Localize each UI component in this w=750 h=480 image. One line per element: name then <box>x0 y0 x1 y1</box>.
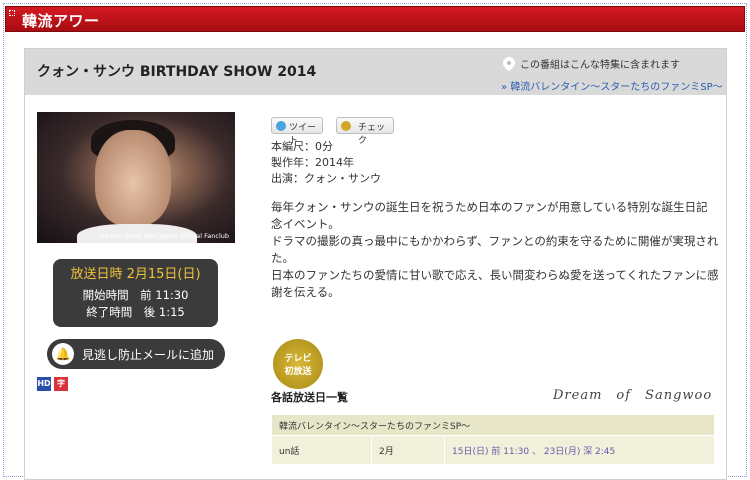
special-feature-note: この番組はこんな特集に含まれます <box>520 60 680 71</box>
mixi-icon <box>341 121 351 131</box>
reminder-label: 見逃し防止メールに追加 <box>82 348 215 362</box>
tweet-button[interactable]: ツイート <box>271 117 323 146</box>
dates-cell: 15日(日) 前 11:30 、 23日(月) 深 2:45 <box>444 435 715 465</box>
bird-icon <box>276 121 286 131</box>
start-time: 開始時間 前 11:30 <box>82 288 189 302</box>
subtitle-badge: 字 <box>54 377 68 391</box>
bell-icon: 🔔 <box>52 343 74 365</box>
tv-badge-line2: 初放送 <box>284 367 312 377</box>
cast-text: 出演：クォン・サンウ <box>271 172 381 185</box>
table-row: un話 2月 15日(日) 前 11:30 、 23日(月) 深 2:45 <box>271 435 715 465</box>
check-label: チェック <box>358 123 386 146</box>
photo-caption: ©Kwon Sang Woo Japan Official Fanclub <box>98 232 229 240</box>
check-button[interactable]: チェック <box>336 117 394 146</box>
month-cell: 2月 <box>371 435 445 465</box>
program-header: クォン・サンウ BIRTHDAY SHOW 2014 この番組はこんな特集に含ま… <box>25 49 726 95</box>
description-paragraph: ドラマの撮影の真っ最中にもかかわらず、ファンとの約束を守るために開催が実現された… <box>271 234 719 265</box>
episode-table: 韓流バレンタイン〜スターたちのファンミSP〜 un話 2月 15日(日) 前 1… <box>271 414 715 465</box>
episode-series-title: 韓流バレンタイン〜スターたちのファンミSP〜 <box>271 414 715 436</box>
corner-marker <box>9 10 15 16</box>
episode-table-header: 韓流バレンタイン〜スターたちのファンミSP〜 <box>271 414 715 436</box>
air-date: 放送日時 2月15日(日) <box>70 267 201 282</box>
program-panel: クォン・サンウ BIRTHDAY SHOW 2014 この番組はこんな特集に含ま… <box>24 48 727 480</box>
program-photo: ©Kwon Sang Woo Japan Official Fanclub <box>37 112 235 243</box>
special-feature-link[interactable]: » 韓流バレンタイン〜スターたちのファンミSP〜 <box>501 78 723 93</box>
description-paragraph: 毎年クォン・サンウの誕生日を祝うため日本のファンが用意している特別な誕生日記念イ… <box>271 200 708 231</box>
end-time: 終了時間 後 1:15 <box>86 305 185 319</box>
section-header-bar: 韓流アワー <box>5 6 745 32</box>
duration-text: 本編尺：0分 <box>271 140 333 153</box>
year-text: 製作年：2014年 <box>271 156 354 169</box>
signature-text: Dream of Sangwoo <box>553 388 713 403</box>
map-pin-icon <box>500 54 518 72</box>
tv-badge-line1: テレビ <box>284 354 312 364</box>
tv-premiere-badge: テレビ 初放送 <box>273 339 323 389</box>
program-title: クォン・サンウ BIRTHDAY SHOW 2014 <box>37 64 317 80</box>
episode-list-title: 各話放送日一覧 <box>271 391 348 404</box>
air-schedule-box: 放送日時 2月15日(日) 開始時間 前 11:30 終了時間 後 1:15 <box>53 259 218 327</box>
program-description: 毎年クォン・サンウの誕生日を祝うため日本のファンが用意している特別な誕生日記念イ… <box>271 199 719 301</box>
reminder-mail-button[interactable]: 🔔 見逃し防止メールに追加 <box>47 339 225 369</box>
episode-cell: un話 <box>271 435 372 465</box>
hd-badge: HD <box>37 377 51 391</box>
section-title: 韓流アワー <box>22 12 100 30</box>
photo-face <box>95 130 171 226</box>
description-paragraph: 日本のファンたちの愛情に甘い歌で応え、長い間変わらぬ愛を送ってくれたファンに感謝… <box>271 268 719 299</box>
